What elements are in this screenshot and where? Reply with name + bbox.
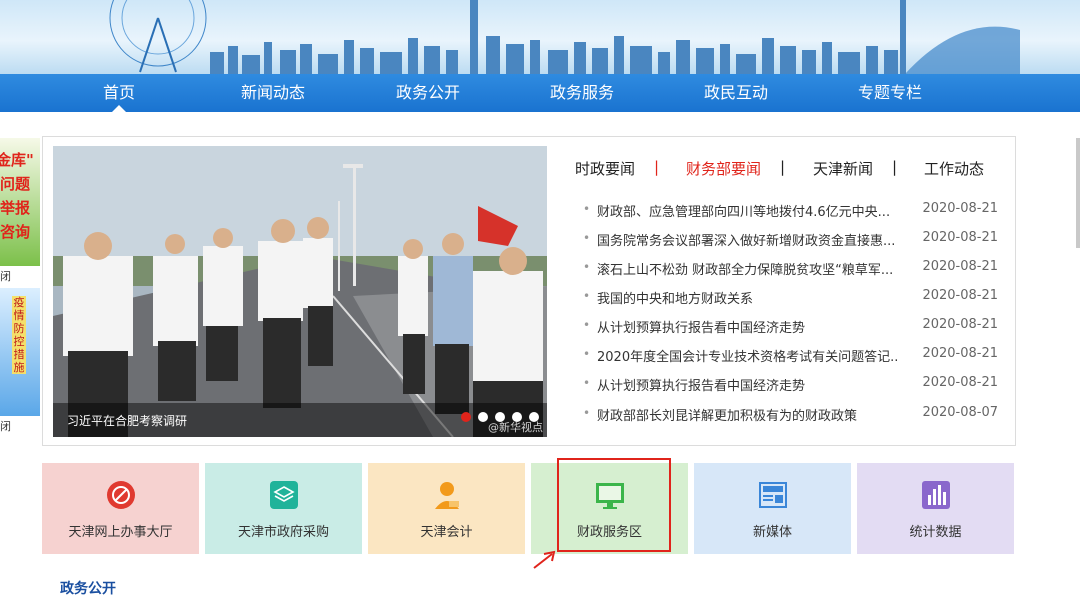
news-item[interactable]: • 我国的中央和地方财政关系 2020-08-21 [583, 287, 998, 307]
bullet-icon: • [583, 260, 591, 274]
person-icon [434, 482, 459, 509]
tile-tianjin-accounting[interactable]: 天津会计 [368, 463, 525, 554]
news-date: 2020-08-21 [922, 201, 998, 216]
side-ad-line: 问题 [0, 175, 31, 193]
news-title: 从计划预算执行报告看中国经济走势 [597, 321, 806, 336]
side-ad-line: 举报 [0, 199, 31, 217]
tile-label: 统计数据 [909, 525, 962, 540]
nav-gov-affairs-open[interactable]: 政务公开 [368, 74, 488, 112]
news-item[interactable]: • 从计划预算执行报告看中国经济走势 2020-08-21 [583, 316, 998, 336]
news-title: 财政部部长刘昆详解更加积极有为的财政政策 [597, 409, 858, 424]
slider-dot[interactable] [478, 412, 488, 422]
bullet-icon: • [583, 318, 591, 332]
news-title: 2020年度全国会计专业技术资格考试有关问题答记... [597, 350, 897, 365]
tab-work-updates[interactable]: 工作动态 [924, 158, 984, 179]
annotation-arrow-icon [533, 550, 556, 569]
tab-separator: | [654, 158, 660, 176]
news-icon [758, 482, 787, 508]
tab-tianjin-news[interactable]: 天津新闻 [813, 158, 873, 179]
news-tabs: 时政要闻 | 财务部要闻 | 天津新闻 | 工作动态 [565, 154, 1005, 180]
news-date: 2020-08-21 [922, 317, 998, 332]
side-ad-close[interactable]: 闭 [0, 418, 11, 434]
nav-home[interactable]: 首页 [59, 74, 179, 112]
layers-icon [269, 481, 298, 509]
news-item[interactable]: • 滚石上山不松劲 财政部全力保障脱贫攻坚“粮草军... 2020-08-21 [583, 258, 998, 278]
bullet-icon: • [583, 376, 591, 390]
tile-statistics[interactable]: 统计数据 [857, 463, 1014, 554]
news-date: 2020-08-21 [922, 288, 998, 303]
slider-caption: 习近平在合肥考察调研 [67, 414, 188, 428]
nav-gov-services[interactable]: 政务服务 [522, 74, 642, 112]
news-title: 财政部、应急管理部向四川等地拨付4.6亿元中央... [597, 205, 891, 220]
side-ad-close[interactable]: 闭 [0, 268, 11, 284]
photo-slider[interactable]: 习近平在合肥考察调研 @新华视点 [53, 146, 547, 437]
news-date: 2020-08-07 [922, 405, 998, 420]
news-date: 2020-08-21 [922, 259, 998, 274]
news-date: 2020-08-21 [922, 230, 998, 245]
news-title: 国务院常务会议部署深入做好新增财政资金直接惠... [597, 234, 896, 249]
tab-ministry-news[interactable]: 财务部要闻 [686, 158, 761, 179]
slider-photo [53, 146, 547, 437]
globe-icon [106, 481, 135, 509]
side-ad-epidemic[interactable]: 疫情防控措施 [0, 288, 40, 416]
tab-separator: | [780, 158, 786, 176]
slider-dot[interactable] [461, 412, 471, 422]
nav-special-topics[interactable]: 专题专栏 [830, 74, 950, 112]
news-item[interactable]: • 2020年度全国会计专业技术资格考试有关问题答记... 2020-08-21 [583, 345, 998, 365]
tile-label: 新媒体 [752, 525, 792, 540]
tile-gov-procurement[interactable]: 天津市政府采购 [205, 463, 362, 554]
news-date: 2020-08-21 [922, 346, 998, 361]
side-ad-text: 疫情防控措施 [12, 296, 26, 374]
news-item[interactable]: • 从计划预算执行报告看中国经济走势 2020-08-21 [583, 374, 998, 394]
tab-separator: | [892, 158, 898, 176]
news-title: 我国的中央和地方财政关系 [597, 292, 754, 307]
news-item[interactable]: • 国务院常务会议部署深入做好新增财政资金直接惠... 2020-08-21 [583, 229, 998, 249]
side-ad-report[interactable]: 金库" 问题 举报 咨询 [0, 138, 40, 266]
news-date: 2020-08-21 [922, 375, 998, 390]
bullet-icon: • [583, 289, 591, 303]
tile-online-service-hall[interactable]: 天津网上办事大厅 [42, 463, 199, 554]
tile-label: 天津会计 [420, 525, 473, 540]
nav-interaction[interactable]: 政民互动 [676, 74, 796, 112]
news-title: 滚石上山不松劲 财政部全力保障脱贫攻坚“粮草军... [597, 263, 894, 278]
bullet-icon: • [583, 347, 591, 361]
bullet-icon: • [583, 202, 591, 216]
bullet-icon: • [583, 406, 591, 420]
news-title: 从计划预算执行报告看中国经济走势 [597, 379, 806, 394]
tab-current-affairs[interactable]: 时政要闻 [575, 158, 635, 179]
photo-watermark: @新华视点 [488, 421, 543, 434]
nav-news[interactable]: 新闻动态 [213, 74, 333, 112]
tile-label: 天津市政府采购 [237, 525, 329, 540]
tile-new-media[interactable]: 新媒体 [694, 463, 851, 554]
news-item[interactable]: • 财政部部长刘昆详解更加积极有为的财政政策 2020-08-07 [583, 404, 998, 424]
header-banner [0, 0, 1080, 74]
highlight-box [557, 458, 671, 552]
bullet-icon: • [583, 231, 591, 245]
news-item[interactable]: • 财政部、应急管理部向四川等地拨付4.6亿元中央... 2020-08-21 [583, 200, 998, 220]
bar-chart-icon [921, 481, 950, 509]
side-ad-line: 咨询 [0, 223, 31, 241]
city-skyline-image [109, 0, 1020, 74]
section-title: 政务公开 [60, 581, 116, 597]
tile-label: 天津网上办事大厅 [68, 525, 173, 540]
side-ad-line: 金库" [0, 151, 34, 169]
scrollbar[interactable] [1076, 138, 1080, 248]
main-nav: 首页 新闻动态 政务公开 政务服务 政民互动 专题专栏 [0, 74, 1080, 112]
